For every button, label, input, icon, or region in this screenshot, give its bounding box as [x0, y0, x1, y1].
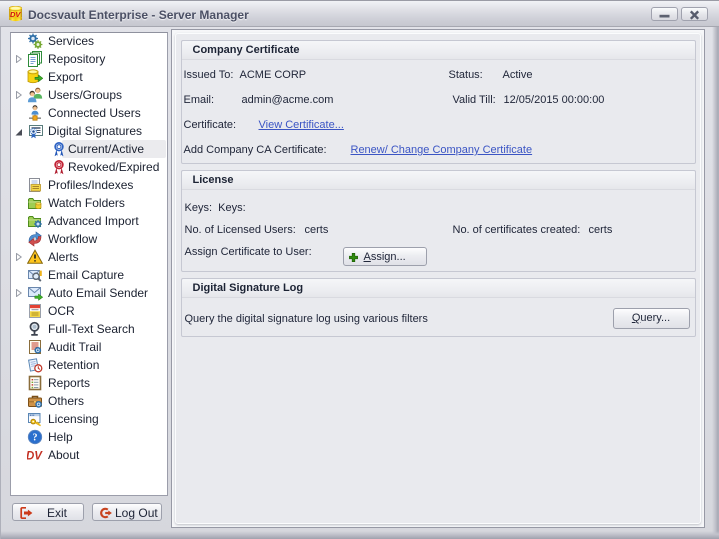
- svg-text:?: ?: [33, 433, 38, 444]
- svg-text:DV: DV: [10, 10, 21, 19]
- svg-text:DV: DV: [27, 451, 43, 463]
